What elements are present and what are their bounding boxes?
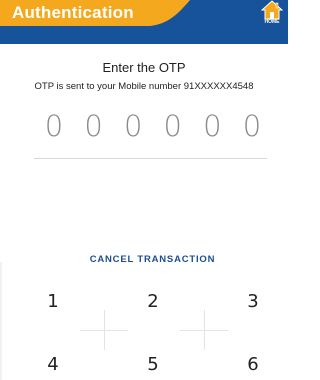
keypad-divider: [204, 310, 205, 350]
keypad-divider: [104, 310, 105, 350]
otp-message: OTP is sent to your Mobile number 91XXXX…: [34, 81, 254, 92]
app-header: Authentication HOME: [0, 0, 288, 44]
keypad-key-6[interactable]: 6: [233, 354, 273, 375]
otp-digit: 0: [242, 109, 262, 143]
page-title: Authentication: [12, 3, 134, 22]
otp-digit: 0: [123, 109, 143, 143]
otp-title: Enter the OTP: [102, 60, 186, 75]
keypad-key-3[interactable]: 3: [233, 291, 273, 312]
otp-digit: 0: [44, 109, 64, 143]
home-label: HOME: [264, 19, 280, 25]
keypad-edge: [0, 262, 2, 380]
keypad-key-1[interactable]: 1: [33, 291, 73, 312]
keypad-key-4[interactable]: 4: [33, 354, 73, 375]
otp-digit: 0: [163, 109, 182, 143]
home-icon: [261, 0, 283, 20]
keypad-key-5[interactable]: 5: [133, 354, 173, 375]
otp-input[interactable]: 0 0 0 0 0 0: [44, 109, 262, 143]
otp-underline: [34, 158, 267, 159]
keypad-key-2[interactable]: 2: [133, 291, 173, 312]
otp-digit: 0: [84, 109, 103, 143]
cancel-transaction-button[interactable]: CANCEL TRANSACTION: [0, 254, 305, 265]
otp-digit: 0: [203, 109, 222, 143]
home-button[interactable]: HOME: [259, 0, 285, 28]
